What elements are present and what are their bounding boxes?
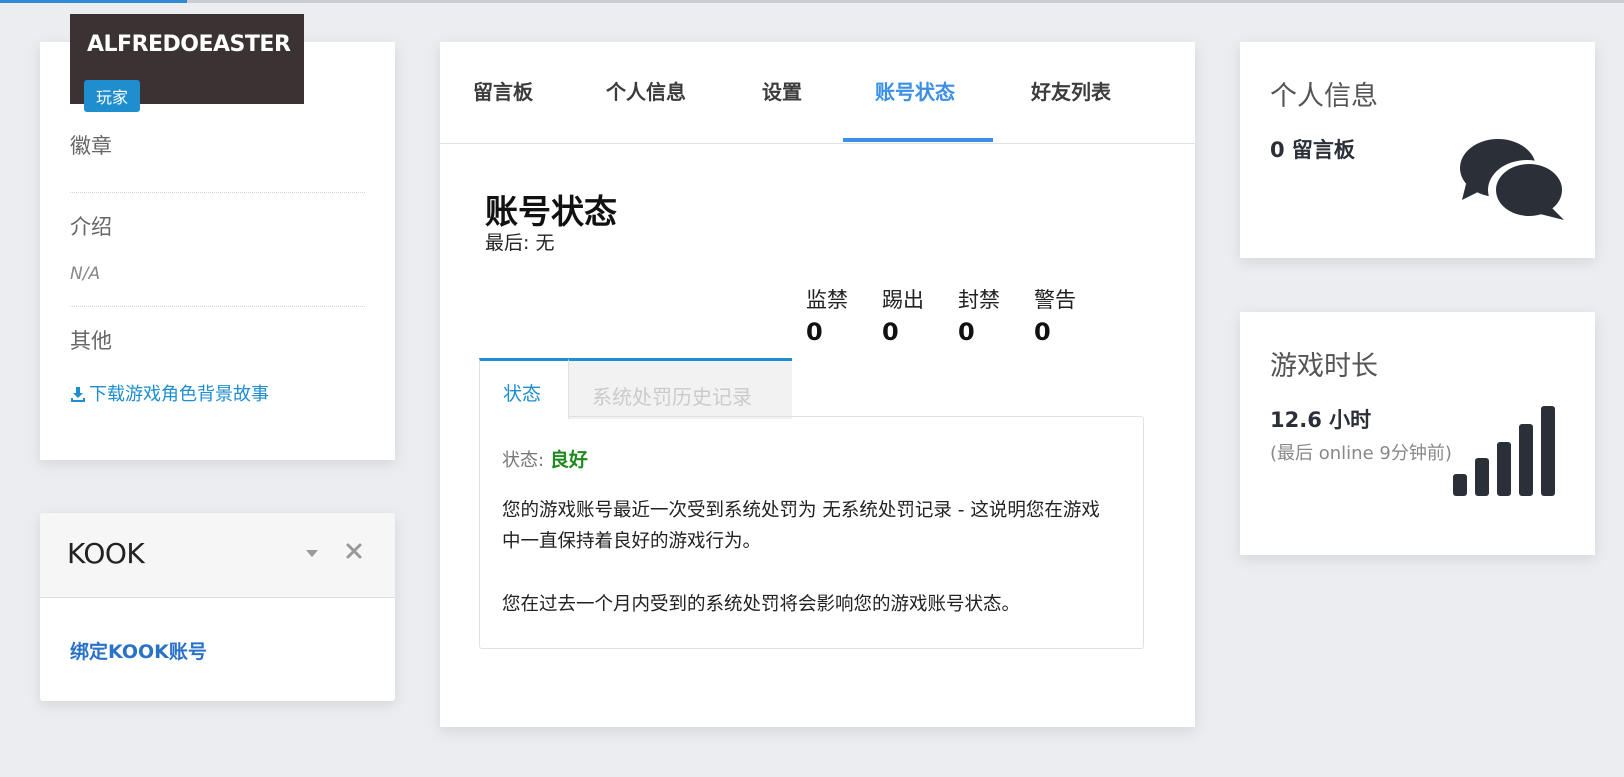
chevron-down-icon[interactable] <box>302 543 322 563</box>
download-icon <box>71 387 85 402</box>
status-description: 您的游戏账号最近一次受到系统处罚为 无系统处罚记录 - 这说明您在游戏中一直保持… <box>502 500 1100 552</box>
main-card: 留言板 个人信息 设置 账号状态 好友列表 账号状态 最后: 无 监禁 0 踢出… <box>440 42 1195 727</box>
close-icon[interactable] <box>344 541 364 561</box>
divider <box>70 306 365 307</box>
page-progress-fill <box>0 0 187 3</box>
stat-label-warning: 警告 <box>1034 288 1076 312</box>
kook-card: KOOK 绑定KOOK账号 <box>40 513 395 701</box>
subtab-history[interactable]: 系统处罚历史记录 <box>568 358 792 419</box>
status-line: 状态: 良好 <box>502 445 588 472</box>
kook-header: KOOK <box>40 513 395 598</box>
download-label: 下载游戏角色背景故事 <box>89 384 269 405</box>
intro-label: 介绍 <box>70 215 112 239</box>
stat-label-kick: 踢出 <box>882 288 924 312</box>
subtab-status[interactable]: 状态 <box>479 358 569 419</box>
subtab-history-label: 系统处罚历史记录 <box>592 385 752 409</box>
play-time-card: 游戏时长 12.6 小时 (最后 online 9分钟前) <box>1240 312 1595 555</box>
status-note: 您在过去一个月内受到的系统处罚将会影响您的游戏账号状态。 <box>502 594 1021 615</box>
profile-name-banner: ALFREDOEASTER 玩家 <box>70 14 304 112</box>
stat-value-ban: 0 <box>958 318 975 346</box>
stat-value-kick: 0 <box>882 318 899 346</box>
download-backstory-link[interactable]: 下载游戏角色背景故事 <box>70 380 269 406</box>
bind-kook-link[interactable]: 绑定KOOK账号 <box>70 637 207 664</box>
role-badge: 玩家 <box>84 80 141 112</box>
tab-friends[interactable]: 好友列表 <box>1031 76 1111 105</box>
tab-account-status[interactable]: 账号状态 <box>875 76 955 105</box>
play-time-value: 12.6 小时 <box>1270 408 1372 432</box>
stat-value-jail: 0 <box>806 318 823 346</box>
subtab-status-label: 状态 <box>503 383 542 405</box>
tab-personal-info[interactable]: 个人信息 <box>606 76 686 105</box>
status-label: 状态: <box>502 450 545 471</box>
signal-bars-icon <box>1453 406 1555 496</box>
tab-settings[interactable]: 设置 <box>762 76 802 105</box>
stat-value-warning: 0 <box>1034 318 1051 346</box>
info-card: 个人信息 0 留言板 <box>1240 42 1595 258</box>
message-board-count: 0 留言板 <box>1270 138 1355 162</box>
play-time-title: 游戏时长 <box>1270 351 1378 382</box>
username: ALFREDOEASTER <box>87 32 291 57</box>
status-panel: 状态: 良好 您的游戏账号最近一次受到系统处罚为 无系统处罚记录 - 这说明您在… <box>479 416 1144 649</box>
stat-label-jail: 监禁 <box>806 288 848 312</box>
kook-title: KOOK <box>67 537 145 570</box>
info-card-title: 个人信息 <box>1270 81 1378 112</box>
last-punishment: 最后: 无 <box>485 232 555 254</box>
intro-value: N/A <box>70 264 101 284</box>
page-progress-bar <box>0 0 1624 3</box>
tab-bar: 留言板 个人信息 设置 账号状态 好友列表 <box>440 42 1195 144</box>
active-tab-indicator <box>843 138 993 142</box>
other-label: 其他 <box>70 329 112 353</box>
page-title: 账号状态 <box>485 192 617 231</box>
last-online: (最后 online 9分钟前) <box>1270 443 1452 464</box>
divider <box>70 192 365 193</box>
comments-icon <box>1460 139 1564 220</box>
tab-message-board[interactable]: 留言板 <box>473 76 533 105</box>
status-value: 良好 <box>549 449 588 471</box>
stat-label-ban: 封禁 <box>958 288 1000 312</box>
badges-label: 徽章 <box>70 134 112 158</box>
